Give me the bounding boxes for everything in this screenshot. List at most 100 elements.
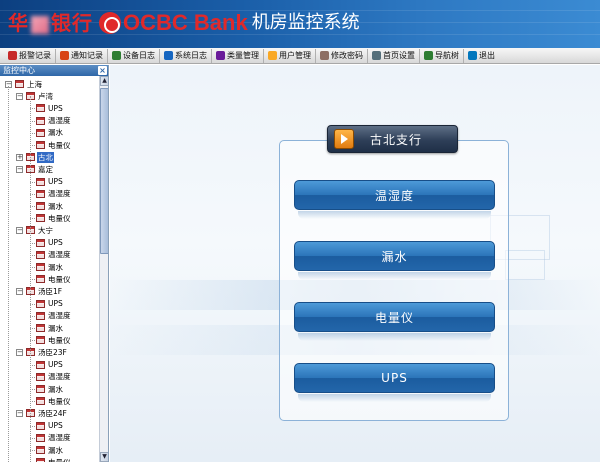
tree-guide-line (30, 96, 31, 462)
collapse-icon[interactable]: − (16, 165, 23, 173)
toolbar-item-tree[interactable]: 导航树 (420, 48, 464, 63)
scrollbar-thumb[interactable] (100, 88, 108, 254)
folder-icon (36, 372, 45, 381)
collapse-icon[interactable]: − (16, 92, 23, 100)
tree-node-item[interactable]: 电量仪 (30, 334, 72, 346)
exit-icon (468, 51, 477, 60)
tree-node-label: 漏水 (48, 384, 63, 394)
tree-node-label: UPS (48, 421, 63, 431)
tree-node-group[interactable]: − 卢湾 (16, 90, 54, 102)
tree-node-item[interactable]: 漏水 (30, 322, 64, 334)
toolbar-item-alarm[interactable]: 报警记录 (4, 48, 56, 63)
folder-icon (36, 116, 45, 125)
notify-icon (60, 51, 69, 60)
tree-node-label: 汤臣24F (38, 408, 67, 418)
tree-node-item[interactable]: UPS (30, 237, 64, 249)
tree-node-item[interactable]: 温湿度 (30, 310, 72, 322)
toolbar-item-label: 设备日志 (123, 51, 155, 60)
collapse-icon[interactable]: − (16, 348, 23, 356)
collapse-icon[interactable]: − (16, 287, 23, 295)
brand-name-cn: 华银行 (8, 11, 93, 35)
tree-node-item[interactable]: 电量仪 (30, 139, 72, 151)
folder-icon (36, 397, 45, 406)
tree-node-group[interactable]: − 汤臣1F (16, 285, 63, 297)
tree-node-group[interactable]: − 大宁 (16, 224, 54, 236)
tree-node-label: 汤臣1F (38, 286, 63, 296)
ups-button[interactable]: UPS (294, 363, 495, 393)
folder-icon (15, 80, 24, 88)
collapse-icon[interactable]: − (16, 409, 23, 417)
tree-node-label: UPS (48, 238, 63, 248)
toolbar-item-label: 通知记录 (71, 51, 103, 60)
tree-node-item[interactable]: 温湿度 (30, 115, 72, 127)
toolbar-item-tools[interactable]: 首页设置 (368, 48, 420, 63)
sidebar-title: 监控中心 (3, 66, 35, 75)
water-leak-button[interactable]: 漏水 (294, 241, 495, 271)
tree-icon (424, 51, 433, 60)
tree-node-item[interactable]: 温湿度 (30, 432, 72, 444)
tree-node-label: 大宁 (38, 225, 53, 235)
collapse-icon[interactable]: − (16, 226, 23, 234)
tree-node-item[interactable]: 漏水 (30, 383, 64, 395)
settings-icon (216, 51, 225, 60)
toolbar-item-notify[interactable]: 通知记录 (56, 48, 108, 63)
system-log-icon (164, 51, 173, 60)
button-reflection (298, 211, 491, 219)
tree-node-item[interactable]: 漏水 (30, 127, 64, 139)
tree-node-item[interactable]: UPS (30, 298, 64, 310)
toolbar-item-user[interactable]: 用户管理 (264, 48, 316, 63)
tree-node-item[interactable]: 温湿度 (30, 249, 72, 261)
tree-node-label: UPS (48, 177, 63, 187)
folder-icon (36, 250, 45, 259)
tree-node-item[interactable]: UPS (30, 420, 64, 432)
tree-node-item[interactable]: 漏水 (30, 261, 64, 273)
folder-icon (36, 141, 45, 149)
tree-node-item[interactable]: 漏水 (30, 200, 64, 212)
tree-node-label: 电量仪 (48, 396, 71, 406)
folder-icon (36, 177, 45, 186)
brand-name-en: OCBC Bank (123, 10, 248, 35)
tree-node-group[interactable]: − 嘉定 (16, 163, 54, 175)
tree-node-group[interactable]: − 汤臣24F (16, 407, 68, 419)
tree-node-label: 漏水 (48, 262, 63, 272)
tree-node-group[interactable]: − 汤臣23F (16, 346, 68, 358)
temperature-humidity-button[interactable]: 温湿度 (294, 180, 495, 210)
tree-node-item[interactable]: 电量仪 (30, 212, 72, 224)
folder-icon (36, 128, 45, 137)
tree-node-item[interactable]: UPS (30, 359, 64, 371)
folder-icon (36, 385, 45, 393)
scroll-down-icon[interactable]: ▼ (100, 452, 108, 462)
tree-node-group[interactable]: − 上海 (5, 78, 43, 90)
toolbar-item-key[interactable]: 修改密码 (316, 48, 368, 63)
toolbar-item-label: 类量管理 (227, 51, 259, 60)
expand-icon[interactable]: + (16, 153, 23, 161)
toolbar-item-label: 报警记录 (19, 51, 51, 60)
tree-node-item[interactable]: UPS (30, 102, 64, 114)
power-meter-button[interactable]: 电量仪 (294, 302, 495, 332)
toolbar-item-label: 首页设置 (383, 51, 415, 60)
tree-node-item[interactable]: 电量仪 (30, 273, 72, 285)
tree-node-label: 漏水 (48, 201, 63, 211)
device-log-icon (112, 51, 121, 60)
close-icon[interactable]: × (98, 66, 107, 75)
tree-node-item[interactable]: 温湿度 (30, 188, 72, 200)
tree-node-group[interactable]: + 古北 (16, 151, 54, 163)
scroll-up-icon[interactable]: ▲ (100, 76, 108, 86)
tree-node-label: 温湿度 (48, 189, 71, 199)
toolbar-item-settings[interactable]: 类量管理 (212, 48, 264, 63)
folder-icon (36, 299, 45, 308)
navigation-tree: − 上海 − 卢湾 UPS 温湿度 漏水 电量仪 + 古北 − 嘉定 UPS 温湿度 漏水 电量仪 − 大宁 UPS… (0, 76, 99, 462)
tree-node-item[interactable]: UPS (30, 176, 64, 188)
toolbar-item-exit[interactable]: 退出 (464, 49, 499, 63)
folder-icon (36, 104, 45, 113)
toolbar-item-system-log[interactable]: 系统日志 (160, 48, 212, 63)
sidebar-scrollbar[interactable]: ▲ ▼ (99, 76, 108, 462)
tree-node-item[interactable]: 电量仪 (30, 395, 72, 407)
tree-node-item[interactable]: 温湿度 (30, 371, 72, 383)
tree-node-item[interactable]: 电量仪 (36, 456, 72, 462)
toolbar-item-device-log[interactable]: 设备日志 (108, 48, 160, 63)
tree-node-label: 漏水 (48, 128, 63, 138)
app-header: 华银行 OCBC Bank 机房监控系统 (0, 0, 600, 48)
tree-node-item[interactable]: 漏水 (30, 444, 64, 456)
button-reflection (298, 333, 491, 341)
